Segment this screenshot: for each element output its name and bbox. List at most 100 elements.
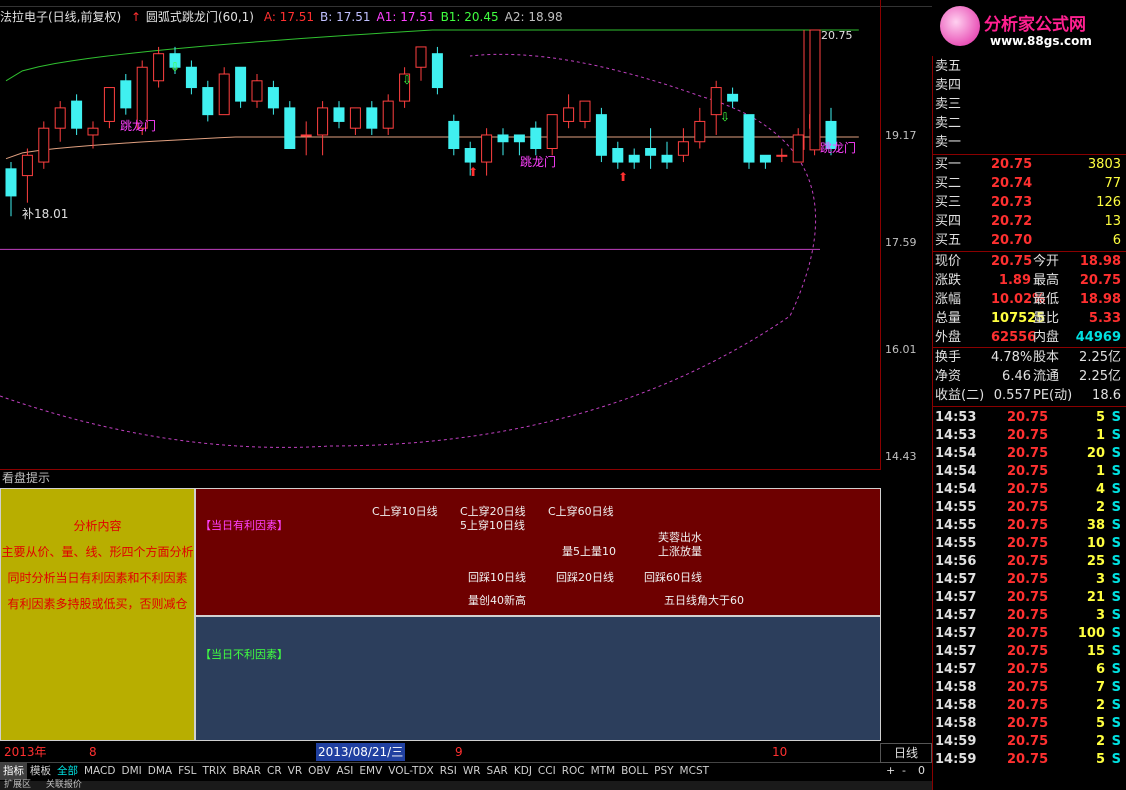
tab-psy[interactable]: PSY [651, 763, 676, 780]
tab-vol-tdx[interactable]: VOL-TDX [385, 763, 436, 780]
indicator-name[interactable]: 圆弧式跳龙门(60,1) [146, 10, 254, 24]
tab-dmi[interactable]: DMI [118, 763, 144, 780]
tab-obv[interactable]: OBV [305, 763, 333, 780]
arc-curve [0, 53, 817, 448]
bid-row: 买一 20.75 3803 [935, 157, 1121, 172]
tab-macd[interactable]: MACD [81, 763, 118, 780]
zoom-out-button[interactable]: - [902, 764, 906, 777]
candle [185, 66, 197, 89]
candle [382, 100, 394, 129]
tick-row: 14:57 20.75 21 S [935, 590, 1121, 605]
tab-cr[interactable]: CR [264, 763, 285, 780]
tab-kdj[interactable]: KDJ [511, 763, 535, 780]
tick-row: 14:57 20.75 3 S [935, 572, 1121, 587]
candle [267, 87, 279, 109]
quote-row: 总量 107525 量比 5.33 [935, 311, 1121, 326]
date-axis: 2013年 8 2013/08/21/三 9 10 [0, 743, 880, 761]
kline-chart[interactable]: 跳龙门跳龙门跳龙门补18.01⇩⇩⇩⬆ ⬆ [0, 26, 880, 469]
finance-row: 收益(二) 0.557 PE(动) 18.6 [935, 388, 1121, 403]
bid-row: 买二 20.74 77 [935, 176, 1121, 191]
tab-wr[interactable]: WR [460, 763, 484, 780]
candle [595, 114, 607, 156]
candle [71, 100, 83, 129]
buy-arrow-icon: ⬆ [618, 170, 628, 184]
tab-boll[interactable]: BOLL [618, 763, 651, 780]
tab-mcst[interactable]: MCST [677, 763, 712, 780]
tab-roc[interactable]: ROC [559, 763, 588, 780]
ask-row: 卖四 [935, 78, 962, 93]
analysis-panel: 分析内容 主要从价、量、线、形四个方面分析 同时分析当日有利因素和不利因素 有利… [0, 488, 195, 741]
tick-row: 14:54 20.75 1 S [935, 464, 1121, 479]
tick-row: 14:59 20.75 5 S [935, 752, 1121, 767]
zoom-reset-button[interactable]: 0 [918, 764, 925, 777]
candle [546, 114, 558, 150]
candle [759, 154, 771, 163]
bid-row: 买三 20.73 126 [935, 195, 1121, 210]
divider [933, 406, 1126, 407]
favorable-item: C上穿60日线 [548, 505, 614, 518]
jump-label-mid: 跳龙门 [520, 154, 556, 169]
favorable-item: 回踩10日线 [468, 571, 526, 584]
tab-指标[interactable]: 指标 [0, 763, 27, 780]
tab-fsl[interactable]: FSL [175, 763, 199, 780]
tab-brar[interactable]: BRAR [229, 763, 264, 780]
candle [563, 107, 575, 122]
logo: 分析家公式网 www.88gs.com [932, 0, 1126, 56]
tab-emv[interactable]: EMV [356, 763, 385, 780]
candle [497, 134, 509, 143]
tab-asi[interactable]: ASI [333, 763, 356, 780]
tab-模板[interactable]: 模板 [27, 763, 54, 780]
chart-title-bar: 法拉电子(日线,前复权) ↑ 圆弧式跳龙门(60,1) A: 17.51 B: 1… [0, 8, 880, 26]
related-quote-tab[interactable]: 关联报价 [46, 780, 82, 790]
tick-row: 14:58 20.75 7 S [935, 680, 1121, 695]
favorable-item: 5上穿10日线 [460, 519, 525, 532]
candle [349, 107, 361, 129]
candle [87, 127, 99, 136]
tick-row: 14:55 20.75 38 S [935, 518, 1121, 533]
extension-tab[interactable]: 扩展区 [4, 780, 31, 790]
tab-全部[interactable]: 全部 [54, 763, 81, 780]
candle [415, 46, 427, 68]
tab-cci[interactable]: CCI [535, 763, 559, 780]
sell-arrow-icon: ⇩ [170, 60, 180, 74]
favorable-item: 五日线角大于60 [664, 594, 744, 607]
logo-icon [940, 6, 980, 46]
finance-row: 净资 6.46 流通 2.25亿 [935, 369, 1121, 384]
tick-row: 14:55 20.75 2 S [935, 500, 1121, 515]
quote-row: 现价 20.75 今开 18.98 [935, 254, 1121, 269]
zoom-in-button[interactable]: + [886, 764, 895, 777]
candle [792, 134, 804, 163]
candle [530, 127, 542, 150]
month-10-label: 10 [772, 745, 788, 759]
quote-row: 外盘 62556 内盘 44969 [935, 330, 1121, 345]
low-label: 补18.01 [22, 207, 68, 221]
candle [448, 120, 460, 150]
param-4: A2: 18.98 [504, 10, 563, 24]
tab-dma[interactable]: DMA [145, 763, 175, 780]
tab-rsi[interactable]: RSI [437, 763, 460, 780]
price-label-5: 14.43 [885, 450, 917, 463]
jump-label-left: 跳龙门 [120, 118, 156, 133]
logo-url: www.88gs.com [990, 34, 1092, 48]
period-button[interactable]: 日线 [880, 743, 932, 763]
favorable-item: 量5上量10 [562, 545, 616, 558]
month-8-label: 8 [89, 745, 97, 759]
candle [645, 148, 657, 156]
tab-sar[interactable]: SAR [484, 763, 511, 780]
tick-row: 14:53 20.75 1 S [935, 428, 1121, 443]
tab-trix[interactable]: TRIX [199, 763, 229, 780]
tick-row: 14:59 20.75 2 S [935, 734, 1121, 749]
candle [431, 53, 443, 89]
tick-row: 14:57 20.75 15 S [935, 644, 1121, 659]
candle [628, 154, 640, 163]
quote-panel: 卖五 卖四 卖三 卖二 卖一 买一 20.75 3803 买二 20.74 77 买三 20.73 126… [932, 0, 1126, 790]
tab-vr[interactable]: VR [285, 763, 305, 780]
tick-row: 14:57 20.75 6 S [935, 662, 1121, 677]
analysis-line-3: 同时分析当日有利因素和不利因素 [7, 571, 188, 585]
favorable-item: 量创40新高 [468, 594, 526, 607]
favorable-title: 【当日有利因素】 [200, 519, 288, 532]
candle [661, 154, 673, 163]
candle [513, 134, 525, 143]
tab-mtm[interactable]: MTM [588, 763, 619, 780]
indicator-tabs: 指标 模板 全部 MACD DMI DMA FSL TRIX BRAR CR VR OBV ASI EMV… [0, 762, 880, 780]
